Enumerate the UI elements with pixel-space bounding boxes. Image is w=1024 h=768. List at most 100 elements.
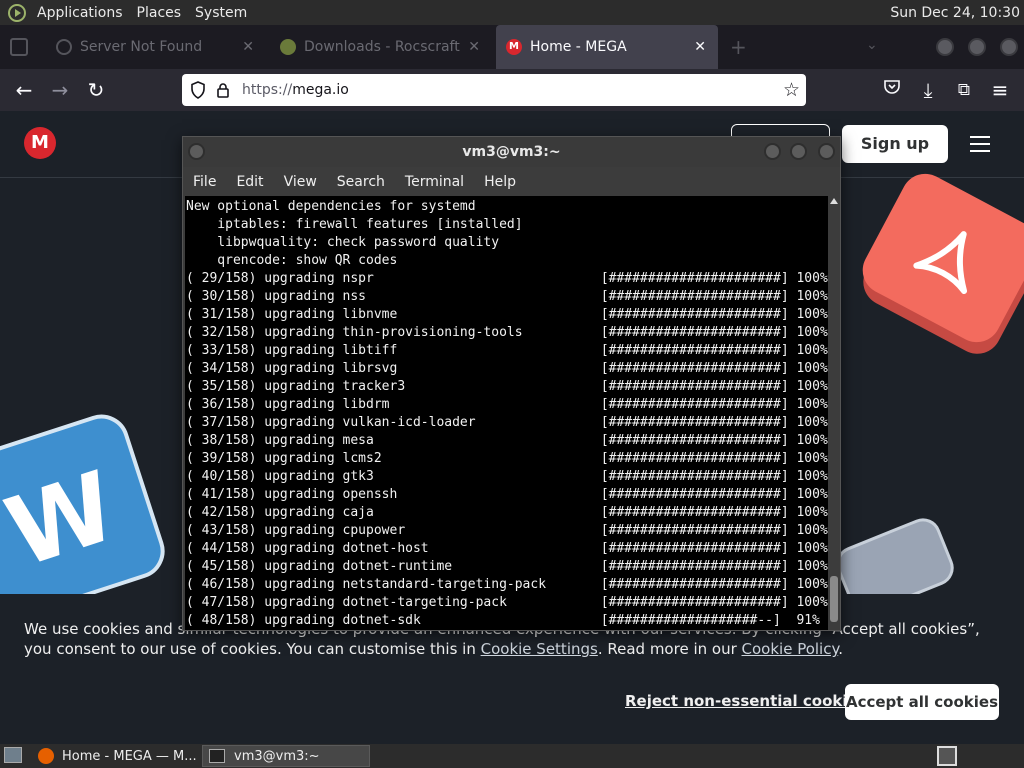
close-tab-icon[interactable]: ✕ (694, 39, 706, 55)
terminal-line: ( 36/158) upgrading libdrm [############… (186, 397, 828, 412)
terminal-line: ( 38/158) upgrading mesa [##############… (186, 433, 828, 448)
close-tab-icon[interactable]: ✕ (468, 39, 480, 55)
terminal-line: ( 48/158) upgrading dotnet-sdk [########… (186, 613, 820, 628)
terminal-line: ( 39/158) upgrading lcms2 [#############… (186, 451, 828, 466)
extensions-icon[interactable]: ⧉ (953, 79, 975, 101)
system-menu[interactable]: System (188, 5, 254, 21)
close-window-button[interactable] (1000, 38, 1018, 56)
navigation-bar: ← → ↻ https://mega.io ☆ ⤓ ⧉ ≡ (0, 69, 1024, 111)
distro-menu-icon[interactable] (8, 3, 26, 22)
pocket-icon[interactable] (881, 79, 903, 101)
tab-title: Server Not Found (80, 39, 203, 55)
firefox-icon (38, 748, 54, 764)
reload-icon[interactable]: ↻ (85, 79, 107, 101)
close-button[interactable] (818, 143, 835, 160)
workspace-switcher[interactable] (937, 746, 957, 766)
menu-help[interactable]: Help (474, 174, 526, 190)
terminal-line: ( 34/158) upgrading librsvg [###########… (186, 361, 828, 376)
shield-icon[interactable] (190, 81, 206, 99)
terminal-line: ( 33/158) upgrading libtiff [###########… (186, 343, 828, 358)
terminal-title: vm3@vm3:~ (462, 144, 561, 160)
cookie-text-part: . (838, 640, 843, 658)
lock-icon[interactable] (216, 82, 230, 98)
url-bar[interactable]: https://mega.io ☆ (182, 74, 806, 106)
tab-title: Downloads - Rocscraft (304, 39, 460, 55)
task-firefox[interactable]: Home - MEGA — M... (32, 745, 200, 767)
task-label: vm3@vm3:~ (234, 748, 320, 764)
accept-cookies-button[interactable]: Accept all cookies (845, 684, 999, 720)
terminal-line: ( 45/158) upgrading dotnet-runtime [####… (186, 559, 828, 574)
menu-file[interactable]: File (183, 174, 226, 190)
clock[interactable]: Sun Dec 24, 10:30 (890, 5, 1024, 21)
word-file-graphic: W (0, 407, 172, 625)
signup-button[interactable]: Sign up (842, 125, 948, 163)
warning-icon (56, 39, 72, 55)
terminal-titlebar[interactable]: vm3@vm3:~ (183, 137, 840, 167)
tab-title: Home - MEGA (530, 39, 627, 55)
terminal-line: ( 43/158) upgrading cpupower [##########… (186, 523, 828, 538)
forward-icon[interactable]: → (49, 79, 71, 101)
terminal-window[interactable]: vm3@vm3:~ File Edit View Search Terminal… (182, 136, 841, 631)
task-terminal[interactable]: vm3@vm3:~ (202, 745, 370, 767)
terminal-line: ( 42/158) upgrading caja [##############… (186, 505, 828, 520)
menu-edit[interactable]: Edit (226, 174, 273, 190)
terminal-line: ( 47/158) upgrading dotnet-targeting-pac… (186, 595, 828, 610)
terminal-line: ( 30/158) upgrading nss [###############… (186, 289, 828, 304)
terminal-line: ( 40/158) upgrading gtk3 [##############… (186, 469, 828, 484)
places-menu[interactable]: Places (130, 5, 189, 21)
applications-menu[interactable]: Applications (30, 5, 130, 21)
terminal-line: ( 29/158) upgrading nspr [##############… (186, 271, 828, 286)
terminal-line: libpwquality: check password quality (186, 235, 500, 250)
top-panel: Applications Places System Sun Dec 24, 1… (0, 0, 1024, 25)
tab-server-not-found[interactable]: Server Not Found ✕ (46, 25, 266, 69)
tab-downloads[interactable]: Downloads - Rocscraft ✕ (270, 25, 492, 69)
maximize-button[interactable] (790, 143, 807, 160)
hamburger-menu-icon[interactable] (970, 136, 990, 152)
reject-cookies-button[interactable]: Reject non-essential cookies (625, 692, 867, 710)
terminal-line: ( 44/158) upgrading dotnet-host [#######… (186, 541, 828, 556)
back-icon[interactable]: ← (13, 79, 35, 101)
show-desktop-icon[interactable] (4, 747, 22, 763)
terminal-line: ( 32/158) upgrading thin-provisioning-to… (186, 325, 828, 340)
terminal-line: ( 46/158) upgrading netstandard-targetin… (186, 577, 828, 592)
tab-home-mega[interactable]: M Home - MEGA ✕ (496, 25, 718, 69)
mega-favicon-icon: M (506, 39, 522, 55)
minimize-window-button[interactable] (936, 38, 954, 56)
maximize-window-button[interactable] (968, 38, 986, 56)
tab-list-icon[interactable]: ⌄ (866, 37, 878, 53)
terminal-output[interactable]: New optional dependencies for systemd ip… (185, 196, 828, 630)
terminal-icon (209, 749, 225, 763)
tab-strip: Server Not Found ✕ Downloads - Rocscraft… (0, 25, 1024, 69)
site-favicon-icon (280, 39, 296, 55)
scroll-up-icon[interactable] (830, 198, 838, 204)
menu-view[interactable]: View (274, 174, 327, 190)
app-menu-icon[interactable]: ≡ (989, 79, 1011, 101)
scrollbar-thumb[interactable] (830, 576, 838, 622)
minimize-button[interactable] (764, 143, 781, 160)
terminal-line: ( 41/158) upgrading openssh [###########… (186, 487, 828, 502)
tab-overview-icon[interactable] (10, 38, 28, 56)
url-text: https://mega.io (242, 82, 349, 98)
bookmark-star-icon[interactable]: ☆ (783, 79, 800, 101)
mega-logo[interactable]: M (24, 127, 56, 159)
downloads-icon[interactable]: ⤓ (917, 79, 939, 101)
terminal-scrollbar[interactable] (828, 196, 840, 630)
cookie-policy-link[interactable]: Cookie Policy (742, 640, 839, 658)
menu-terminal[interactable]: Terminal (395, 174, 474, 190)
new-tab-icon[interactable]: + (730, 35, 747, 59)
pdf-file-graphic (854, 165, 1024, 351)
url-host: mega.io (292, 82, 349, 98)
terminal-line: qrencode: show QR codes (186, 253, 398, 268)
url-protocol: https:// (242, 82, 293, 98)
window-menu-icon[interactable] (188, 143, 205, 160)
terminal-line: ( 37/158) upgrading vulkan-icd-loader [#… (186, 415, 828, 430)
menu-search[interactable]: Search (327, 174, 395, 190)
close-tab-icon[interactable]: ✕ (242, 39, 254, 55)
terminal-line: New optional dependencies for systemd (186, 199, 476, 214)
cookie-text-part: . Read more in our (597, 640, 742, 658)
taskbar: Home - MEGA — M... vm3@vm3:~ (0, 744, 1024, 768)
terminal-line: ( 35/158) upgrading tracker3 [##########… (186, 379, 828, 394)
terminal-line: ( 31/158) upgrading libnvme [###########… (186, 307, 828, 322)
task-label: Home - MEGA — M... (62, 748, 197, 764)
cookie-settings-link[interactable]: Cookie Settings (481, 640, 598, 658)
